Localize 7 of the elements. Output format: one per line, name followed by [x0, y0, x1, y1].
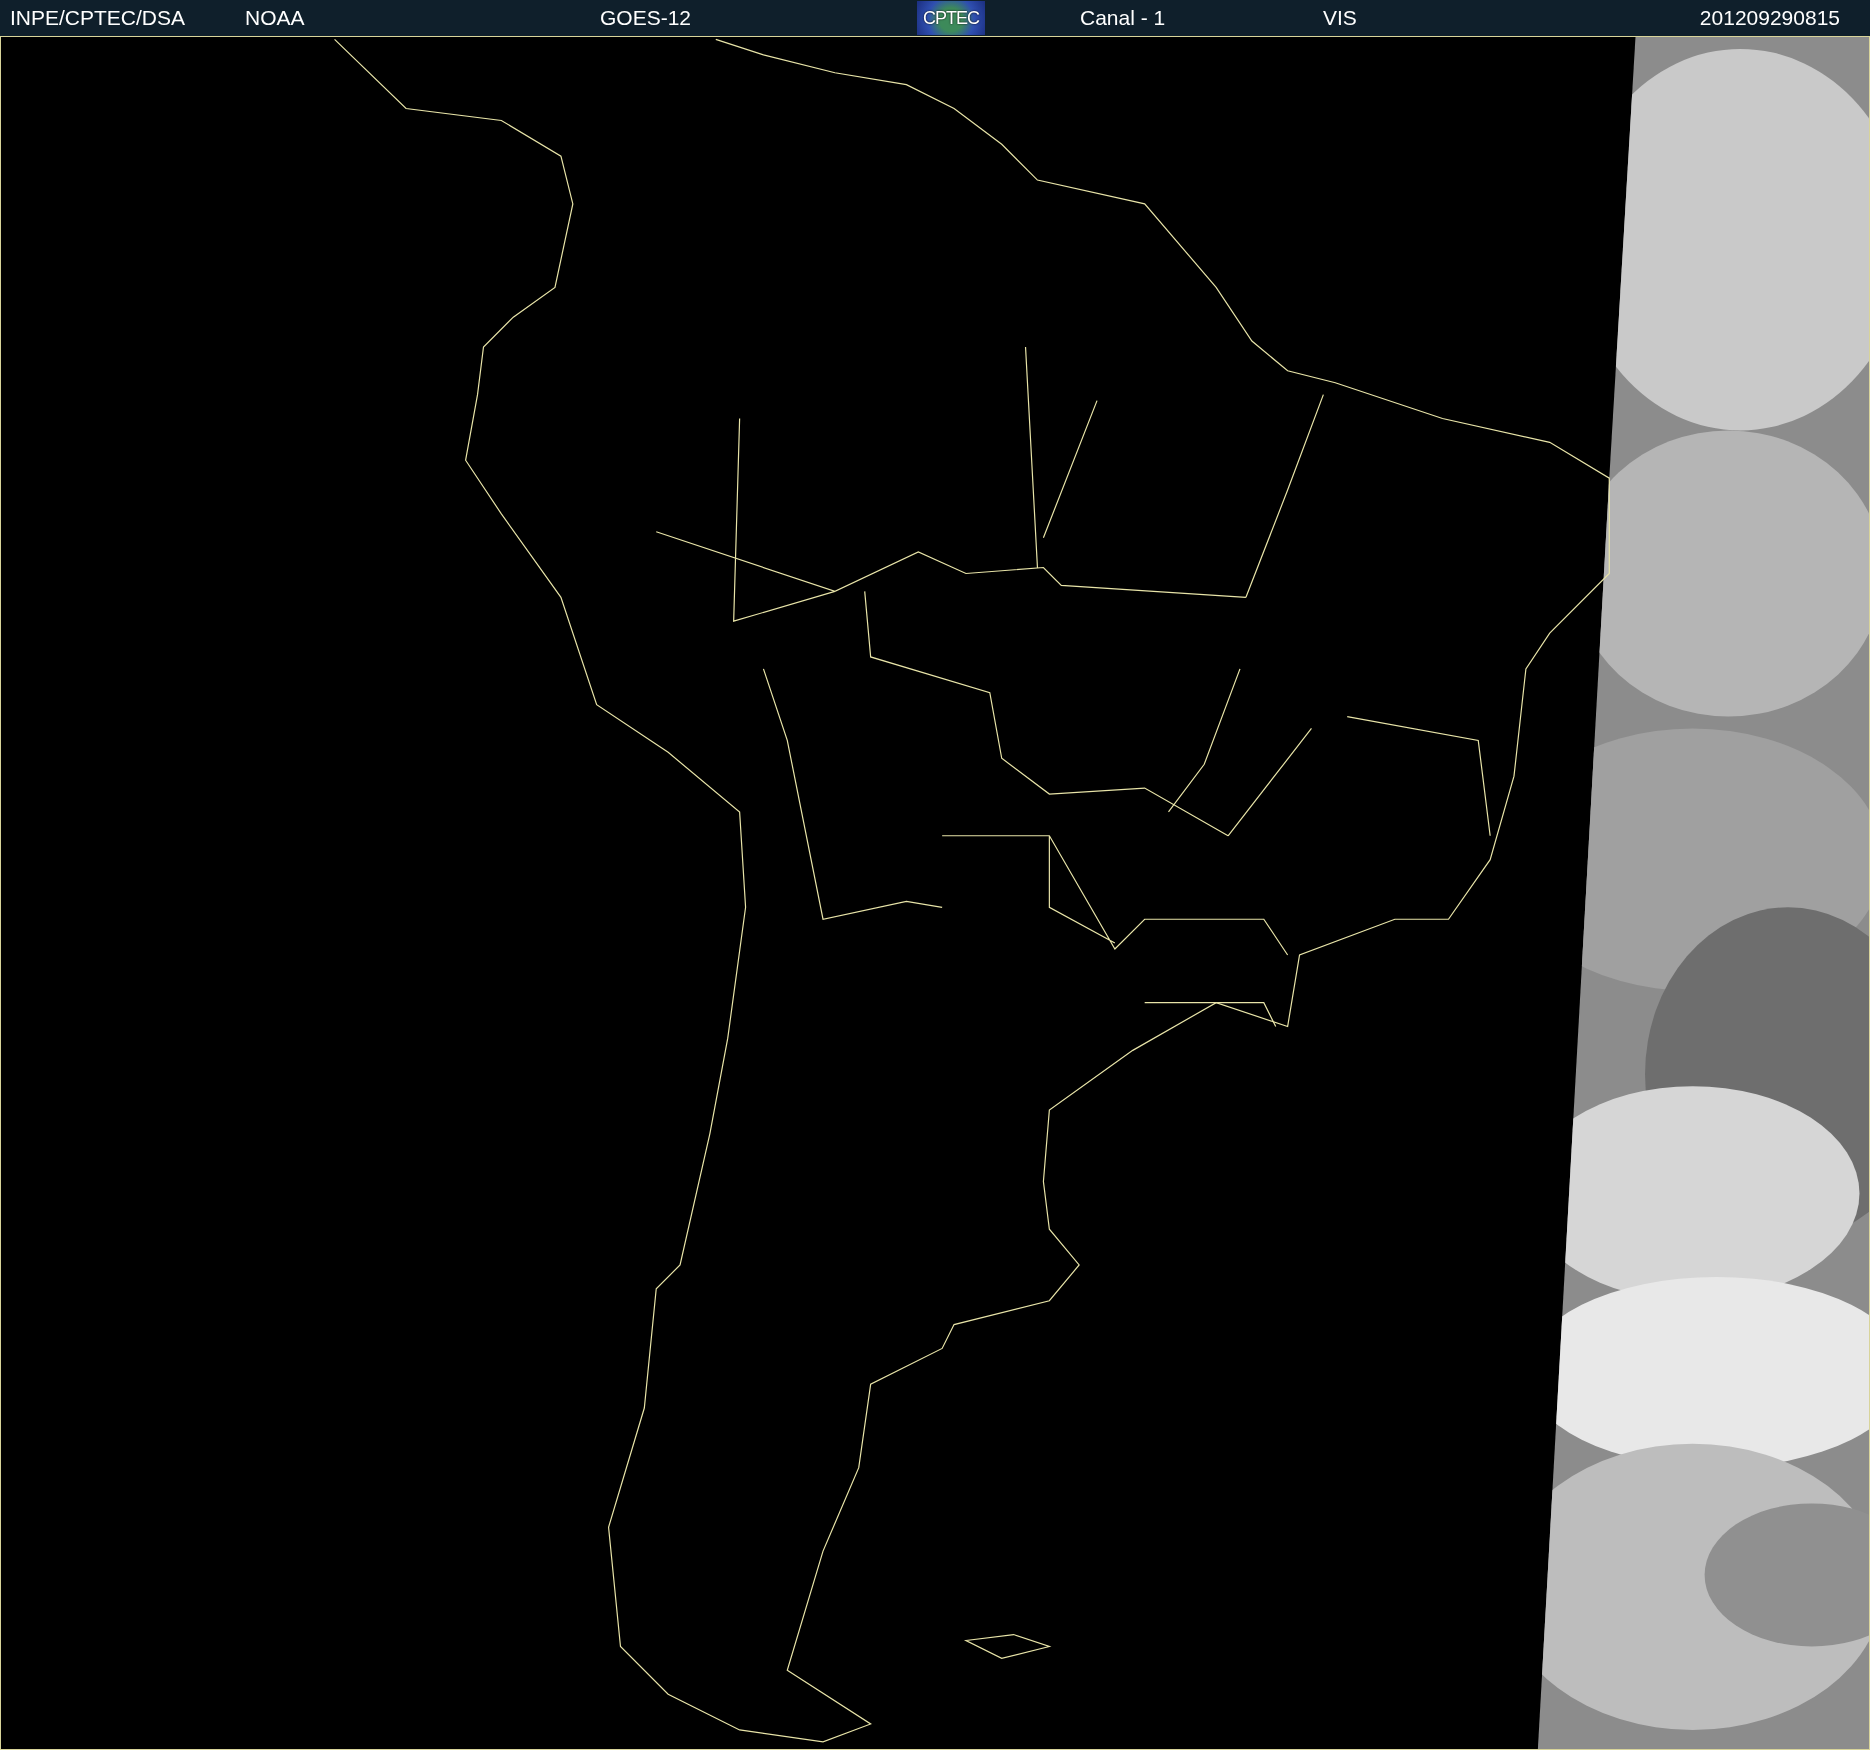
header-label: Canal - 1	[1080, 6, 1167, 30]
header-label: GOES-12	[600, 6, 693, 30]
header-label: INPE/CPTEC/DSA	[10, 6, 187, 30]
header-label: 201209290815	[1699, 6, 1840, 30]
header-label: VIS	[1323, 6, 1358, 30]
logo: CPTEC	[917, 1, 985, 35]
header-label: NOAA	[245, 6, 306, 30]
